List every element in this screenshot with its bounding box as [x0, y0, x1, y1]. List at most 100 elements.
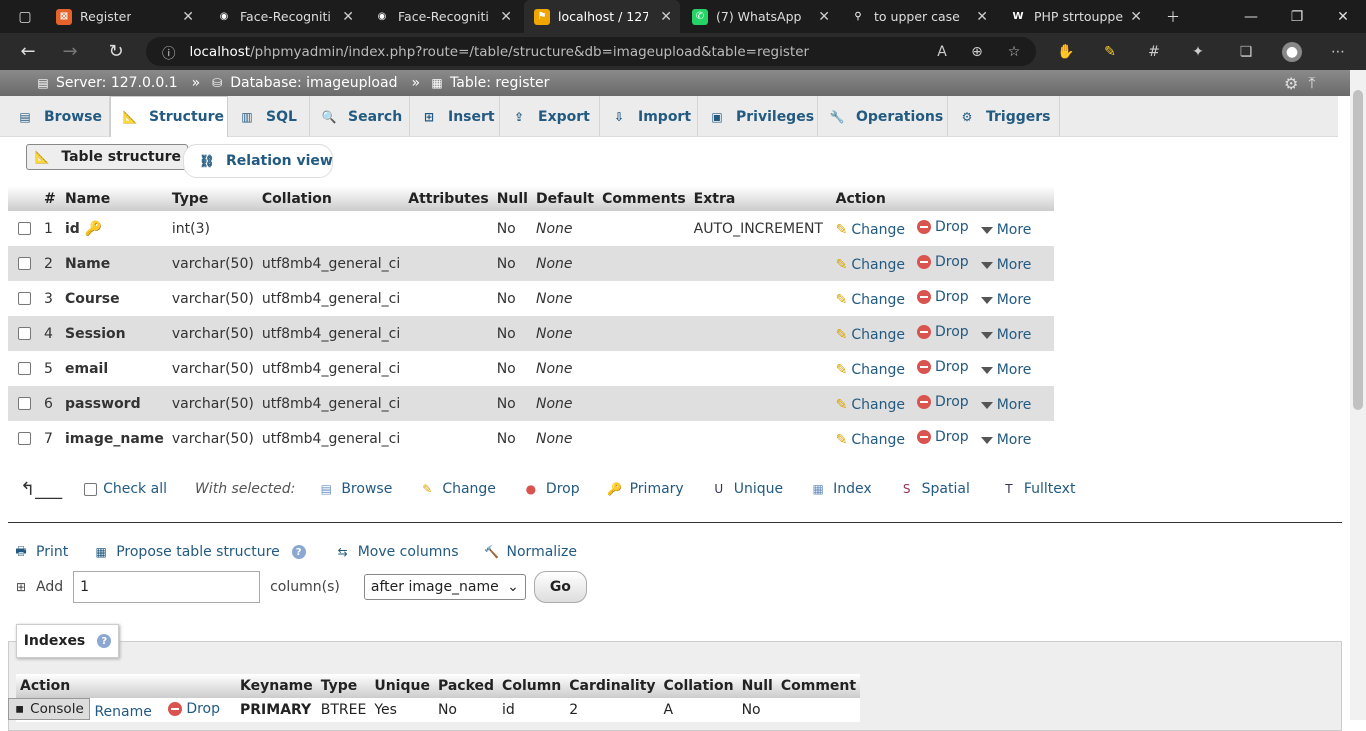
subtab-table-structure[interactable]: 📐 Table structure [26, 144, 188, 170]
column-name[interactable]: password [61, 386, 168, 421]
row-checkbox[interactable] [17, 397, 31, 410]
tab-actions-icon[interactable]: ▢ [0, 0, 50, 33]
new-tab-button[interactable]: ＋ [1150, 0, 1196, 33]
collapse-top-icon[interactable]: ⤒ [1308, 73, 1315, 93]
drop-link[interactable]: Drop [917, 324, 969, 340]
browser-tab[interactable]: ⊠ Register ✕ [46, 0, 202, 33]
add-column-count-input[interactable]: 1 [73, 571, 261, 603]
column-name[interactable]: id 🔑 [61, 211, 168, 246]
drop-link[interactable]: Drop [917, 394, 969, 410]
more-dropdown[interactable]: More [980, 257, 1031, 273]
drop-link[interactable]: Drop [917, 254, 969, 270]
check-all[interactable]: Check all [84, 481, 167, 497]
tab-close-icon[interactable]: ✕ [1130, 9, 1142, 25]
tab-close-icon[interactable]: ✕ [660, 9, 672, 25]
browser-tab[interactable]: ⚑ localhost / 127.0. ✕ [524, 0, 680, 33]
tab-privileges[interactable]: ▣ Privileges [698, 96, 818, 137]
print-link[interactable]: 🖶 Print [12, 544, 68, 561]
zoom-icon[interactable]: ⊕ [967, 42, 987, 62]
help-icon[interactable]: ? [291, 545, 306, 559]
info-icon[interactable]: ⓘ [162, 42, 176, 62]
extension-hand-icon[interactable]: ✋ [1056, 42, 1076, 62]
row-checkbox[interactable] [17, 327, 31, 340]
console-toggle[interactable]: ▪ Console [8, 698, 90, 720]
drop-link[interactable]: Drop [917, 429, 969, 445]
more-dropdown[interactable]: More [980, 432, 1031, 448]
gear-icon[interactable]: ⚙ [1284, 74, 1298, 93]
row-checkbox[interactable] [17, 292, 31, 305]
drop-link[interactable]: Drop [917, 219, 969, 235]
go-button[interactable]: Go [533, 571, 587, 603]
close-window-button[interactable]: ✕ [1320, 0, 1366, 33]
url-bar[interactable]: ⓘ localhost /phpmyadmin/index.php?route=… [146, 37, 1036, 66]
row-checkbox[interactable] [17, 432, 31, 445]
column-name[interactable]: image_name [61, 421, 168, 456]
more-dropdown[interactable]: More [980, 222, 1031, 238]
with-selected-browse[interactable]: ▤ Browse [317, 481, 393, 497]
with-selected-spatial[interactable]: S Spatial [898, 481, 970, 497]
row-checkbox[interactable] [17, 222, 31, 235]
more-dropdown[interactable]: More [980, 362, 1031, 378]
minimize-button[interactable]: — [1228, 0, 1274, 33]
extension-hash-icon[interactable]: # [1144, 42, 1164, 62]
browser-tab[interactable]: ⚲ to upper case ph ✕ [840, 0, 996, 33]
page-scrollbar[interactable] [1350, 70, 1366, 720]
drop-index-link[interactable]: Drop [168, 701, 220, 717]
breadcrumb-database[interactable]: ⛁ Database: imageupload [208, 75, 397, 91]
tab-export[interactable]: ⇪ Export [500, 96, 600, 137]
row-checkbox[interactable] [17, 257, 31, 270]
back-button[interactable]: ← [10, 33, 46, 70]
browser-tab[interactable]: ◉ Face-Recognition ✕ [364, 0, 520, 33]
rename-index-link[interactable]: Rename [94, 704, 151, 720]
change-link[interactable]: ✎ Change [836, 397, 905, 413]
drop-link[interactable]: Drop [917, 359, 969, 375]
read-aloud-icon[interactable]: A [932, 42, 952, 62]
with-selected-change[interactable]: ✎ Change [418, 481, 496, 497]
col-header-extra[interactable]: Extra [689, 186, 832, 211]
col-header-default[interactable]: Default [531, 186, 599, 211]
more-menu-icon[interactable]: ⋯ [1328, 42, 1348, 62]
col-header-null[interactable]: Null [492, 186, 532, 211]
col-header-collation[interactable]: Collation [257, 186, 405, 211]
change-link[interactable]: ✎ Change [836, 432, 905, 448]
subtab-relation-view[interactable]: ⛓ Relation view [183, 144, 333, 178]
column-name[interactable]: Course [61, 281, 168, 316]
with-selected-primary[interactable]: 🔑 Primary [606, 481, 684, 497]
change-link[interactable]: ✎ Change [836, 327, 905, 343]
extension-paint-icon[interactable]: ✎ [1100, 42, 1120, 62]
breadcrumb-table[interactable]: ▦ Table: register [428, 75, 549, 91]
more-dropdown[interactable]: More [980, 327, 1031, 343]
move-columns-link[interactable]: ⇆ Move columns [334, 544, 459, 560]
col-header-type[interactable]: Type [167, 186, 258, 211]
col-header-attributes[interactable]: Attributes [404, 186, 493, 211]
with-selected-index[interactable]: ▦ Index [809, 481, 871, 497]
column-name[interactable]: email [61, 351, 168, 386]
tab-structure[interactable]: 📐 Structure [110, 96, 228, 137]
refresh-button[interactable]: ↻ [98, 33, 134, 70]
scrollbar-thumb[interactable] [1353, 90, 1363, 410]
profile-icon[interactable]: ● [1282, 42, 1302, 62]
normalize-link[interactable]: 🔨 Normalize [483, 544, 577, 560]
tab-close-icon[interactable]: ✕ [500, 9, 512, 25]
browser-tab[interactable]: W PHP strtoupper() ✕ [1000, 0, 1150, 33]
more-dropdown[interactable]: More [980, 397, 1031, 413]
change-link[interactable]: ✎ Change [836, 292, 905, 308]
browser-tab[interactable]: ✆ (7) WhatsApp ✕ [682, 0, 838, 33]
with-selected-unique[interactable]: U Unique [710, 481, 783, 497]
tab-import[interactable]: ⇩ Import [600, 96, 698, 137]
tab-close-icon[interactable]: ✕ [182, 9, 194, 25]
check-all-checkbox[interactable] [84, 482, 98, 496]
forward-button[interactable]: → [52, 33, 88, 70]
column-name[interactable]: Name [61, 246, 168, 281]
change-link[interactable]: ✎ Change [836, 257, 905, 273]
with-selected-fulltext[interactable]: T Fulltext [1000, 481, 1075, 497]
breadcrumb-server[interactable]: ▤ Server: 127.0.0.1 [34, 75, 177, 91]
with-selected-drop[interactable]: ● Drop [522, 481, 580, 497]
change-link[interactable]: ✎ Change [836, 222, 905, 238]
maximize-button[interactable]: ❐ [1274, 0, 1320, 33]
collections-icon[interactable]: ❏ [1236, 42, 1256, 62]
favorite-icon[interactable]: ☆ [1004, 42, 1024, 62]
column-name[interactable]: Session [61, 316, 168, 351]
col-header-comments[interactable]: Comments [598, 186, 690, 211]
tab-close-icon[interactable]: ✕ [818, 9, 830, 25]
